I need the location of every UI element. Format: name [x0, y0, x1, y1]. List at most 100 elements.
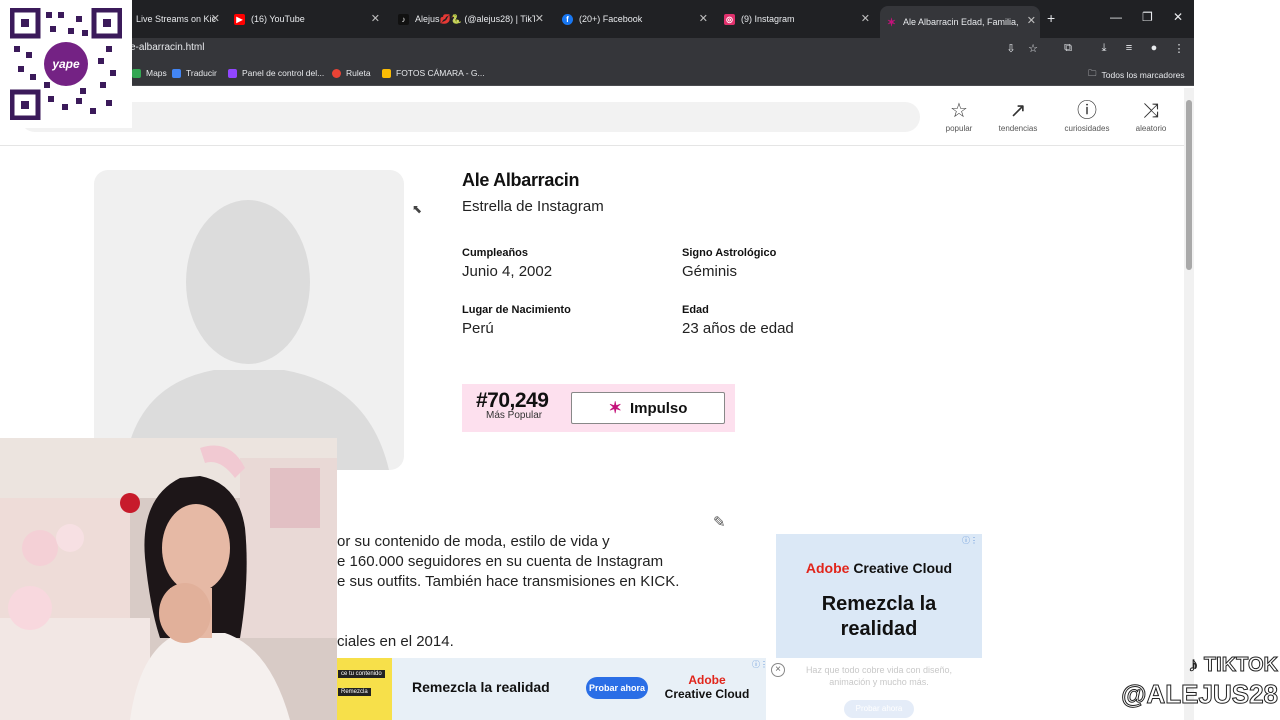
tiktok-icon: ♪ [1188, 654, 1204, 677]
birthplace-label: Lugar de Nacimiento [462, 304, 571, 316]
profile-photo-placeholder [94, 170, 404, 470]
nav-trending[interactable]: ↗ tendencias [988, 100, 1048, 133]
question-icon: ⓘ [1077, 100, 1097, 122]
tiktok-label: ♪ TIKTOK [1078, 654, 1279, 677]
tab-facebook[interactable]: f (20+) Facebook ✕ [556, 8, 712, 30]
trending-up-icon: ↗ [1009, 100, 1027, 122]
extensions-icon[interactable]: ⧉ [1061, 42, 1075, 56]
mouse-cursor-icon: ⬉ [412, 202, 423, 216]
star-icon: ✶ [608, 400, 622, 417]
nav-random[interactable]: ⤨ aleatorio [1121, 100, 1181, 133]
ad-info-icon[interactable]: ⓘ⋮ [752, 659, 766, 670]
bookmark-maps[interactable]: Maps [132, 68, 167, 78]
instagram-icon: ◎ [724, 13, 735, 25]
webcam-feed-image [0, 438, 337, 720]
nav-trending-label: tendencias [998, 124, 1038, 133]
all-bookmarks[interactable]: 🗀 Todos los marcadores [1088, 68, 1185, 82]
media-icon[interactable]: ≡ [1122, 42, 1136, 56]
close-icon[interactable]: ✕ [1027, 14, 1036, 27]
person-silhouette-icon [124, 200, 389, 470]
browser-tab-bar: Live Streams on Kic ✕ ▶ (16) YouTube ✕ ♪… [0, 0, 1194, 38]
bio-line: or su contenido de moda, estilo de vida … [337, 533, 610, 550]
ad-try-button[interactable]: Probar ahora [844, 700, 914, 718]
close-icon[interactable]: ✕ [535, 12, 544, 25]
ad-bottom-brand-dark: Creative Cloud [664, 687, 750, 701]
bookmark-star-icon[interactable]: ☆ [1026, 42, 1040, 56]
site-search-input[interactable] [20, 102, 920, 132]
maps-icon [132, 68, 141, 78]
restore-icon[interactable]: ❐ [1142, 10, 1153, 24]
twitch-icon [228, 68, 237, 78]
nav-trivia[interactable]: ⓘ curiosidades [1057, 100, 1117, 133]
webcam-overlay [0, 438, 337, 720]
rank-label: Más Popular [486, 410, 543, 421]
tab-kick[interactable]: Live Streams on Kic ✕ [130, 8, 224, 30]
tab-tiktok[interactable]: ♪ Alejus💋🐍 (@alejus28) | TikTo ✕ [392, 8, 548, 30]
bookmark-traducir[interactable]: Traducir [172, 68, 217, 78]
bookmark-fotos[interactable]: FOTOS CÁMARA - G... [382, 68, 485, 78]
youtube-icon: ▶ [234, 13, 245, 25]
tab-kick-label: Live Streams on Kic [136, 14, 217, 24]
scrollbar-thumb[interactable] [1186, 100, 1192, 270]
menu-dots-icon[interactable]: ⋮ [1172, 42, 1186, 56]
bookmark-label: Maps [146, 68, 167, 78]
age-value: 23 años de edad [682, 320, 794, 337]
tiktok-watermark: ♪ TIKTOK @ALEJUS28 [1078, 654, 1279, 710]
ad-brand-red: Adobe [805, 560, 850, 576]
bookmark-panel[interactable]: Panel de control del... [228, 68, 324, 78]
folder-icon: 🗀 [1088, 68, 1097, 78]
tab-tiktok-label: Alejus💋🐍 (@alejus28) | TikTo [415, 13, 535, 24]
bookmark-label: FOTOS CÁMARA - G... [396, 68, 485, 78]
nav-popular-label: popular [945, 124, 973, 133]
boost-label: Impulso [629, 399, 688, 417]
nav-popular[interactable]: ☆ popular [929, 100, 989, 133]
bottom-advertisement[interactable]: ce tu contenido Remezcla ⓘ⋮ Remezcla la … [336, 658, 766, 720]
star-icon: ☆ [950, 100, 968, 122]
ad-subtext: Haz que todo cobre vida con diseño, anim… [805, 665, 953, 687]
facebook-icon: f [562, 13, 573, 25]
minimize-icon[interactable]: — [1110, 10, 1122, 24]
shuffle-icon: ⤨ [1143, 100, 1159, 122]
close-icon[interactable]: ✕ [699, 12, 708, 25]
ad-headline: Remezcla la realidad [821, 593, 937, 640]
side-advertisement[interactable]: ⓘ⋮ Adobe Creative Cloud Remezcla la real… [776, 534, 982, 720]
ad-bottom-brand-red: Adobe [688, 673, 726, 687]
ad-info-icon[interactable]: ⓘ⋮ [962, 535, 978, 546]
tab-instagram-label: (9) Instagram [741, 14, 795, 24]
ad-bottom-button[interactable]: Probar ahora [586, 677, 648, 699]
install-icon[interactable]: ⇩ [1004, 42, 1018, 56]
bookmark-ruleta[interactable]: Ruleta [332, 68, 371, 78]
window-close-icon[interactable]: ✕ [1173, 10, 1183, 24]
age-label: Edad [682, 304, 709, 316]
close-icon[interactable]: × [771, 663, 785, 677]
close-icon[interactable]: ✕ [371, 12, 380, 25]
bio-line: ciales en el 2014. [337, 633, 454, 650]
tab-facebook-label: (20+) Facebook [579, 14, 643, 24]
boost-button[interactable]: ✶ Impulso [571, 392, 725, 424]
close-icon[interactable]: ✕ [861, 12, 870, 25]
ad-tag: ce tu contenido [338, 670, 385, 678]
profile-avatar-icon[interactable]: ● [1147, 42, 1161, 56]
birthday-label: Cumpleaños [462, 247, 529, 259]
sign-label: Signo Astrológico [682, 247, 777, 259]
new-tab-icon[interactable]: + [1047, 10, 1055, 26]
tab-active-profile[interactable]: ✶ Ale Albarracin Edad, Familia, Bi ✕ [880, 6, 1040, 38]
sign-value[interactable]: Géminis [682, 263, 737, 280]
birthplace-value[interactable]: Perú [462, 320, 494, 337]
ad-brand: Adobe Creative Cloud [776, 560, 982, 576]
address-toolbar: e-albarracin.html ⇩ ☆ ⧉ ⤓ ≡ ● ⋮ [0, 38, 1194, 62]
nav-random-label: aleatorio [1135, 124, 1167, 133]
birthday-value[interactable]: Junio 4, 2002 [462, 263, 552, 280]
tab-instagram[interactable]: ◎ (9) Instagram ✕ [718, 8, 874, 30]
tiktok-icon: ♪ [398, 13, 409, 25]
tab-youtube[interactable]: ▶ (16) YouTube ✕ [228, 8, 384, 30]
close-icon[interactable]: ✕ [211, 12, 220, 25]
edit-pencil-icon[interactable]: ✎ [713, 513, 726, 531]
download-icon[interactable]: ⤓ [1097, 42, 1111, 56]
bookmark-label: Ruleta [346, 68, 371, 78]
ad-bottom-brand: Adobe Creative Cloud [662, 673, 752, 701]
star-icon: ✶ [886, 16, 897, 29]
ad-brand-dark: Creative Cloud [853, 560, 953, 576]
page-scrollbar[interactable] [1184, 88, 1194, 720]
address-bar[interactable]: e-albarracin.html [130, 42, 204, 53]
